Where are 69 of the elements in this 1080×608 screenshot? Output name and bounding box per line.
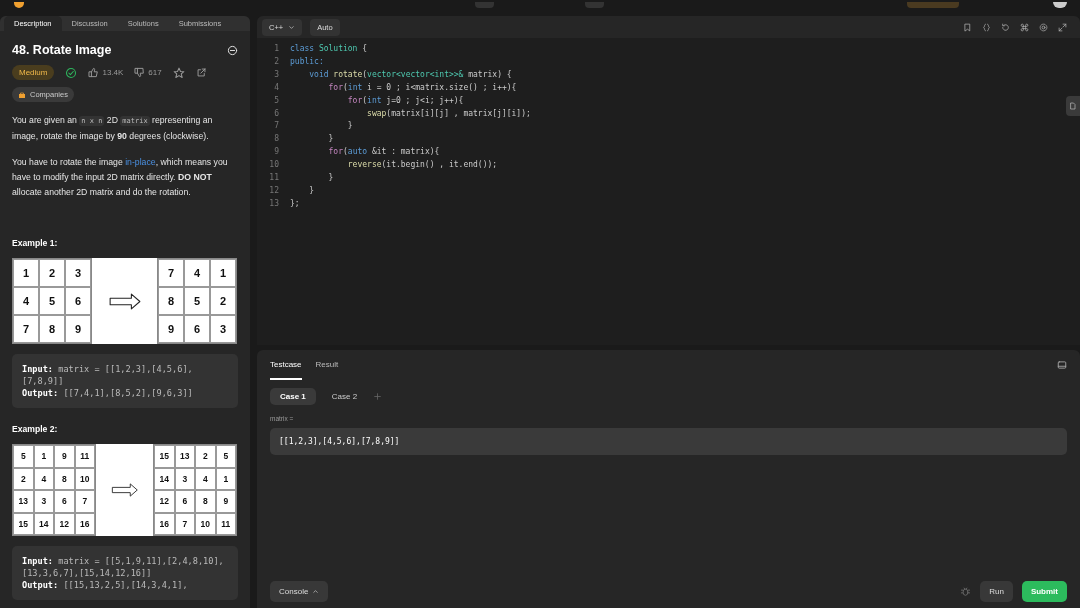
braces-icon[interactable]: [982, 22, 991, 32]
logo-icon[interactable]: [14, 2, 24, 8]
example-line: Input: matrix = [[5,1,9,11],[2,4,8,10],[13,3,6,7],[15,14,12,16]]: [22, 555, 225, 579]
in-place-link[interactable]: in-place: [125, 157, 156, 167]
caret-up-icon: [312, 588, 320, 595]
code-line: swap(matrix[i][j] , matrix[j][i]);: [366, 107, 531, 120]
code-line: reverse(it.begin() , it.end());: [346, 159, 498, 172]
matrix-grid: 5 1 9 11 2 4 8 10 13 3 6 7 15 14 12 16: [12, 444, 96, 536]
line-number: 8: [273, 133, 280, 146]
expand-icon[interactable]: [1058, 22, 1067, 32]
code-line: for(auto &it : matrix){: [327, 146, 440, 159]
bug-icon[interactable]: [960, 586, 972, 597]
case-tab[interactable]: Case 1: [270, 388, 316, 405]
share-icon[interactable]: [195, 67, 207, 78]
line-number: 9: [273, 146, 280, 159]
command-icon[interactable]: [1020, 22, 1029, 32]
code-line: public:: [290, 55, 324, 68]
line-number: 5: [273, 94, 280, 107]
matrix-grid: 15 13 2 5 14 3 4 1 12 6 8 9 16 7 10 11: [153, 444, 237, 536]
matrix-grid: 1 2 3 4 5 6 7 8 9: [12, 258, 92, 344]
difficulty-badge: Medium: [12, 65, 55, 80]
caret-icon: [288, 23, 296, 31]
code-line: for(int j=0 ; j<i; j++){: [346, 94, 464, 107]
star-icon[interactable]: [172, 66, 185, 79]
example-heading: Example 1:: [12, 238, 59, 248]
line-number: 13: [268, 197, 280, 210]
run-button[interactable]: Run: [980, 581, 1013, 602]
reset-icon[interactable]: [1001, 22, 1010, 32]
code-line: void rotate(vector<vector<int>>& matrix) {: [308, 68, 512, 81]
case-tab[interactable]: Case 2: [321, 388, 368, 405]
thumbs-down-icon[interactable]: [134, 67, 146, 78]
right-arrow-icon: [110, 483, 139, 497]
dislike-count: 617: [148, 68, 162, 77]
example-line: Output: [[7,4,1],[8,5,2],[9,6,3]]: [22, 387, 194, 399]
line-number: 2: [273, 55, 280, 68]
bookmark-icon[interactable]: [963, 22, 972, 32]
code-line: for(int i = 0 ; i<matrix.size() ; i++){: [327, 81, 517, 94]
code-line: class Solution {: [290, 43, 368, 55]
panel-icon[interactable]: [1057, 360, 1067, 370]
console-button[interactable]: Console: [270, 581, 329, 602]
code-line: }: [327, 133, 334, 146]
panel-tab[interactable]: Testcase: [270, 350, 302, 380]
example-heading: Example 2:: [12, 424, 59, 434]
line-number: 3: [273, 68, 280, 81]
line-number: 10: [268, 159, 280, 172]
thumbs-up-icon[interactable]: [88, 67, 100, 78]
line-number: 1: [273, 43, 280, 55]
matrix-grid: 7 4 1 8 5 2 9 6 3: [157, 258, 237, 344]
code-line: }: [308, 184, 315, 197]
problem-title: 48. Rotate Image: [12, 43, 112, 57]
line-number: 11: [268, 172, 280, 185]
code-line: }: [346, 120, 353, 133]
code-line: };: [290, 197, 300, 210]
line-number: 6: [273, 107, 280, 120]
description-text: You have to rotate the image in-place, which means you have to modify the input 2D matrix directly. DO NOT allocate another 2D matrix and do the rotation.: [12, 156, 229, 199]
file-icon: [1069, 102, 1077, 110]
line-number: 4: [273, 81, 280, 94]
avatar-icon[interactable]: [1053, 2, 1067, 8]
like-count: 13.4K: [102, 68, 124, 77]
right-arrow-icon: [107, 292, 142, 310]
example-line: Output: [[15,13,2,5],[14,3,4,1],: [22, 579, 189, 591]
line-number: 12: [268, 184, 280, 197]
input-field[interactable]: [[1,2,3],[4,5,6],[7,8,9]]: [270, 428, 1067, 455]
side-panel-button[interactable]: [1066, 96, 1080, 116]
code-line: }: [327, 172, 334, 185]
panel-tab[interactable]: Result: [315, 350, 339, 380]
line-number: 7: [273, 120, 280, 133]
bag-icon: [18, 90, 26, 99]
example-line: Input: matrix = [[1,2,3],[4,5,6],[7,8,9]]: [22, 363, 194, 387]
